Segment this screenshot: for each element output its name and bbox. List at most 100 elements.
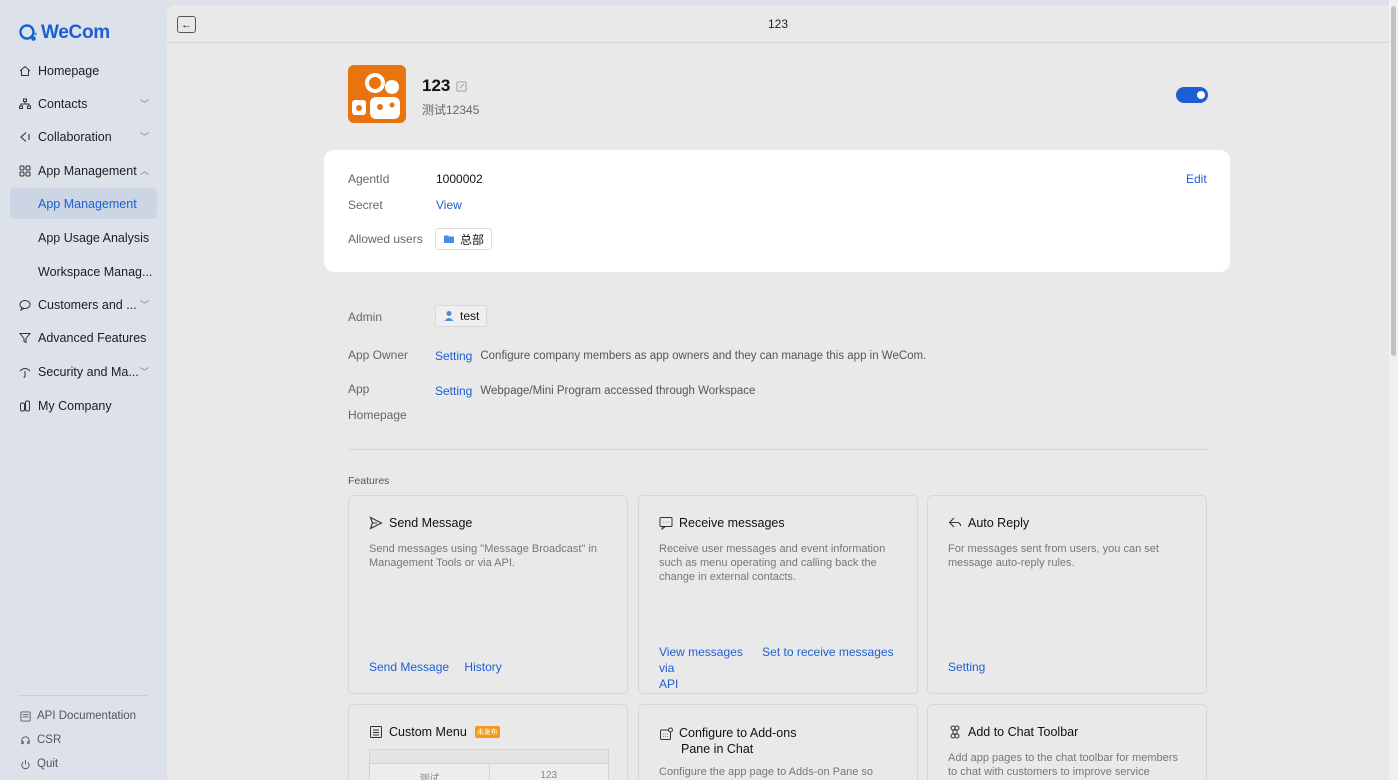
feature-card-addons-pane: Configure to Add-ons Pane in Chat Configu… [638,704,918,780]
feature-description: Receive user messages and event informat… [659,543,886,583]
app-homepage-label-1: App [348,382,370,396]
reply-icon [948,517,962,528]
feature-links: Send Message History [369,660,502,674]
auto-reply-setting-link[interactable]: Setting [948,660,985,674]
folder-icon [444,235,454,243]
app-logo-image [352,73,400,119]
topbar: ← 123 [167,5,1389,43]
edit-link[interactable]: Edit [1186,172,1207,186]
app-owner-hint: Configure company members as app owners … [480,350,927,362]
chevron-down-icon: ﹀ [139,367,149,377]
view-secret-link[interactable]: View [436,198,462,212]
custom-menu-preview: 测试 123 [369,749,609,780]
app-icon[interactable] [348,65,406,123]
receive-via-api-link-continued[interactable]: API [659,677,678,691]
sidebar-item-homepage[interactable]: Homepage [10,55,157,86]
message-icon [659,517,673,530]
menu-icon [370,726,382,738]
home-icon [18,64,32,78]
feature-title: Configure to Add-ons Pane in Chat [659,725,796,757]
feature-card-receive-messages: Receive messages Receive user messages a… [638,495,918,694]
main-panel: ← 123 123 测试12345 AgentId 1000002 Secret… [167,5,1389,780]
sidebar-subitem-app-management[interactable]: App Management [10,188,157,219]
feature-title: Custom Menu 未发布 [369,725,500,739]
addon-pane-icon [660,727,673,740]
allowed-users-label: Allowed users [348,232,423,246]
feature-card-auto-reply: Auto Reply For messages sent from users,… [927,495,1207,694]
sidebar-item-label: App Management [38,196,137,211]
edit-icon[interactable] [456,80,467,92]
sidebar: WeCom Homepage Contacts ﹀ Collaboration … [0,0,167,780]
brand-name: WeCom [41,22,110,43]
sidebar-item-label: Advanced Features [38,330,147,345]
admin-tag[interactable]: test [435,305,488,327]
app-owner-row: Setting Configure company members as app… [435,349,926,363]
app-name: 123 [422,76,467,96]
agentid-value: 1000002 [436,172,483,186]
history-link[interactable]: History [464,660,501,674]
headset-icon [21,735,30,744]
sidebar-subitem-app-usage-analysis[interactable]: App Usage Analysis [10,222,157,253]
sidebar-item-label: My Company [38,398,112,413]
menu-preview-item: 123 [540,770,558,780]
menu-preview-item: 测试 [370,764,490,780]
sidebar-item-label: Homepage [38,63,100,78]
power-icon [21,759,30,769]
footer-quit[interactable]: Quit [20,758,58,770]
sidebar-item-label: Contacts [38,96,88,111]
page-title: 123 [767,17,789,31]
sidebar-divider [18,695,148,696]
scrollbar[interactable] [1389,0,1398,780]
sidebar-subitem-workspace-management[interactable]: Workspace Manag... [10,256,157,287]
send-message-link[interactable]: Send Message [369,660,449,674]
sidebar-item-customers[interactable]: Customers and ... ﹀ [10,289,157,320]
collaboration-icon [18,130,32,144]
sidebar-item-label: Security and Ma... [38,364,139,379]
footer-api-documentation[interactable]: API Documentation [20,710,136,722]
sidebar-item-label: Customers and ... [38,297,137,312]
send-icon [369,516,383,530]
features-title: Features [348,475,390,487]
feature-title: Send Message [369,516,472,530]
scrollbar-thumb[interactable] [1391,6,1396,356]
footer-csr[interactable]: CSR [20,734,61,746]
sidebar-item-security[interactable]: Security and Ma... ﹀ [10,356,157,387]
app-homepage-hint: Webpage/Mini Program accessed through Wo… [480,385,756,397]
wecom-logo[interactable]: WeCom [18,22,110,44]
feature-description: Send messages using "Message Broadcast" … [369,543,597,569]
section-divider [348,449,1208,450]
feature-links: Setting [948,660,985,674]
document-icon [20,710,31,722]
app-owner-setting-link[interactable]: Setting [435,349,472,363]
app-owner-label: App Owner [348,348,409,362]
app-homepage-setting-link[interactable]: Setting [435,384,472,398]
app-enabled-toggle[interactable] [1176,87,1208,103]
shield-icon [18,365,32,379]
chevron-down-icon: ﹀ [139,300,149,310]
sidebar-item-collaboration[interactable]: Collaboration ﹀ [10,121,157,152]
chevron-down-icon: ﹀ [139,99,149,109]
company-icon [18,399,32,413]
secret-label: Secret [348,198,383,212]
feature-description: Configure the app page to Adds-on Pane s… [659,766,874,778]
agentid-label: AgentId [348,172,390,186]
admin-label: Admin [348,310,383,324]
feature-title: Auto Reply [948,516,1029,530]
feature-card-chat-toolbar: Add to Chat Toolbar Add app pages to the… [927,704,1207,780]
view-messages-link[interactable]: View messages [659,645,743,659]
command-icon [950,725,960,739]
allowed-users-tag[interactable]: 总部 [435,228,493,250]
user-icon [444,311,454,321]
sidebar-item-label: App Management [38,163,137,178]
sidebar-item-my-company[interactable]: My Company [10,390,157,421]
feature-description: Add app pages to the chat toolbar for me… [948,752,1178,778]
funnel-icon [18,331,32,345]
feature-title: Add to Chat Toolbar [948,725,1078,739]
app-description: 测试12345 [422,103,480,117]
sidebar-item-app-management[interactable]: App Management ︿ [10,155,157,186]
sidebar-item-contacts[interactable]: Contacts ﹀ [10,88,157,119]
chevron-down-icon: ﹀ [139,132,149,142]
apps-grid-icon [18,164,32,178]
app-homepage-label-2: Homepage [348,408,407,422]
sidebar-item-advanced-features[interactable]: Advanced Features [10,322,157,353]
